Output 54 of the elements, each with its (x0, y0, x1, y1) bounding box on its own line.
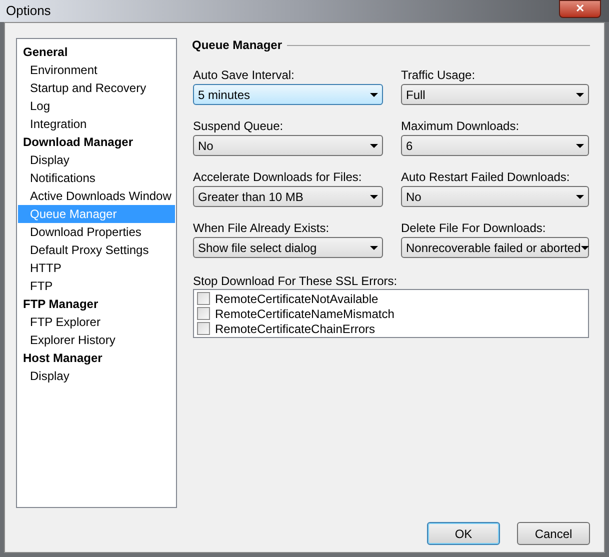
caret-icon (370, 144, 378, 148)
sidebar-item[interactable]: Integration (18, 115, 175, 133)
sidebar-item[interactable]: Environment (18, 61, 175, 79)
sidebar-item[interactable]: Log (18, 97, 175, 115)
sidebar-item[interactable]: Download Properties (18, 223, 175, 241)
checkbox[interactable] (197, 292, 210, 305)
caret-icon (370, 92, 378, 96)
sidebar-item[interactable]: Default Proxy Settings (18, 241, 175, 259)
checkbox-label: RemoteCertificateNotAvailable (215, 290, 378, 308)
field-label: Accelerate Downloads for Files: (193, 169, 363, 183)
sidebar-item[interactable]: Explorer History (18, 331, 175, 349)
field-label: Maximum Downloads: (401, 118, 520, 132)
caret-icon (370, 194, 378, 198)
sidebar-item[interactable]: Host Manager (18, 349, 175, 367)
sidebar-item[interactable]: Startup and Recovery (18, 79, 175, 97)
dialog-button[interactable]: OK (427, 522, 500, 545)
window-title: Options (6, 2, 51, 20)
caret-icon (576, 144, 584, 148)
field-label: Auto Save Interval: (193, 67, 296, 81)
checkbox[interactable] (197, 322, 210, 335)
checkbox-label: RemoteCertificateNameMismatch (215, 306, 394, 322)
sidebar-item[interactable]: FTP (18, 277, 175, 295)
field-label: Traffic Usage: (401, 67, 476, 81)
sidebar-item[interactable]: Display (18, 151, 175, 169)
dropdown[interactable]: Nonrecoverable failed or aborted (401, 237, 589, 258)
dropdown[interactable]: Greater than 10 MB (193, 186, 383, 207)
sidebar-item[interactable]: HTTP (18, 259, 175, 277)
checkbox[interactable] (197, 307, 210, 320)
caret-icon (370, 246, 378, 250)
checkbox-label: RemoteCertificateChainErrors (215, 320, 376, 338)
sidebar-item[interactable]: Display (18, 367, 175, 385)
caret-icon (576, 92, 584, 96)
dropdown[interactable]: Show file select dialog (193, 237, 383, 258)
field-label: Stop Download For These SSL Errors: (192, 273, 398, 287)
sidebar-item[interactable]: Notifications (18, 169, 175, 187)
caret-icon (576, 194, 584, 198)
sidebar-item[interactable]: Download Manager (18, 133, 175, 151)
dropdown[interactable]: Full (401, 84, 589, 105)
dropdown[interactable]: No (193, 135, 383, 156)
section-title: Queue Manager (192, 37, 282, 54)
sidebar-item[interactable]: FTP Manager (18, 295, 175, 313)
caret-icon (580, 246, 589, 250)
close-button[interactable]: ✕ (559, 0, 601, 18)
field-label: When File Already Exists: (193, 220, 330, 234)
dropdown[interactable]: No (401, 186, 589, 207)
dropdown[interactable]: 5 minutes (193, 84, 383, 105)
sidebar-item[interactable]: Active Downloads Window (18, 187, 175, 205)
field-label: Suspend Queue: (193, 118, 284, 132)
sidebar-item[interactable]: FTP Explorer (18, 313, 175, 331)
dialog-button[interactable]: Cancel (517, 522, 590, 545)
dropdown[interactable]: 6 (401, 135, 589, 156)
field-label: Delete File For Downloads: (401, 220, 547, 234)
sidebar-item[interactable]: General (18, 43, 175, 61)
field-label: Auto Restart Failed Downloads: (401, 169, 571, 183)
